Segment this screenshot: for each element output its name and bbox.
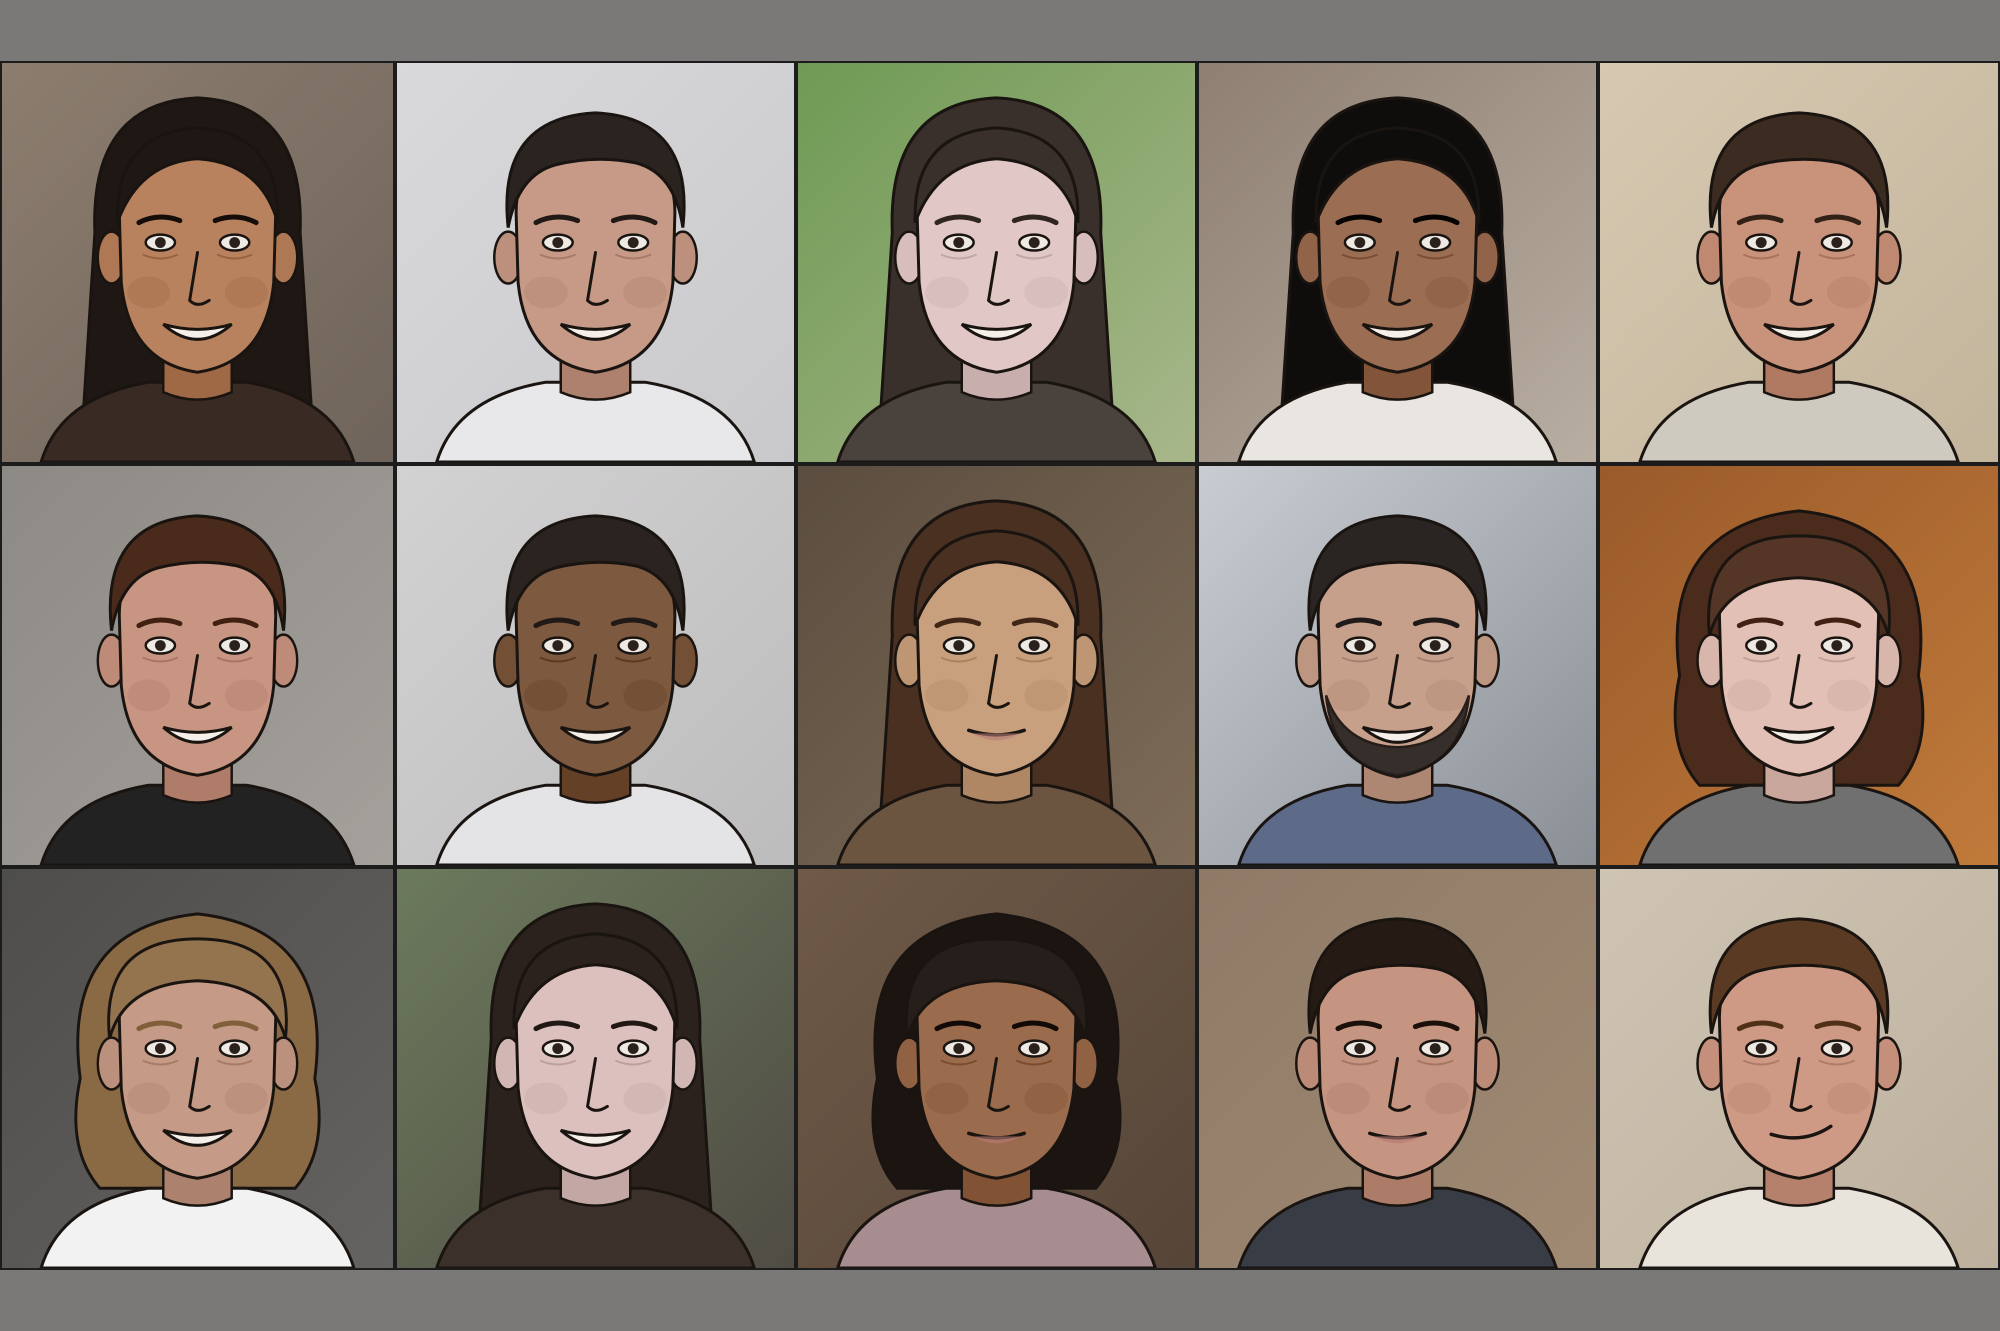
portrait-image: [798, 466, 1195, 865]
portrait-image: [2, 63, 393, 462]
portrait-tile: [1197, 61, 1598, 464]
portrait-image: [798, 63, 1195, 462]
portrait-tile: [796, 464, 1197, 867]
portrait-image: [2, 869, 393, 1268]
portrait-grid: [0, 61, 2000, 1270]
portrait-tile: [395, 61, 796, 464]
portrait-tile: [1197, 464, 1598, 867]
portrait-tile: [395, 464, 796, 867]
portrait-image: [1199, 869, 1596, 1268]
portrait-tile: [1598, 61, 2000, 464]
portrait-tile: [1197, 867, 1598, 1270]
portrait-image: [1199, 466, 1596, 865]
portrait-image: [1600, 869, 1998, 1268]
portrait-image: [397, 466, 794, 865]
portrait-image: [1600, 63, 1998, 462]
portrait-tile: [0, 61, 395, 464]
portrait-image: [1600, 466, 1998, 865]
portrait-tile: [1598, 867, 2000, 1270]
portrait-tile: [0, 867, 395, 1270]
portrait-image: [397, 869, 794, 1268]
portrait-image: [397, 63, 794, 462]
portrait-tile: [0, 464, 395, 867]
portrait-image: [2, 466, 393, 865]
portrait-tile: [796, 867, 1197, 1270]
portrait-tile: [1598, 464, 2000, 867]
portrait-image: [1199, 63, 1596, 462]
portrait-tile: [395, 867, 796, 1270]
portrait-tile: [796, 61, 1197, 464]
portrait-image: [798, 869, 1195, 1268]
